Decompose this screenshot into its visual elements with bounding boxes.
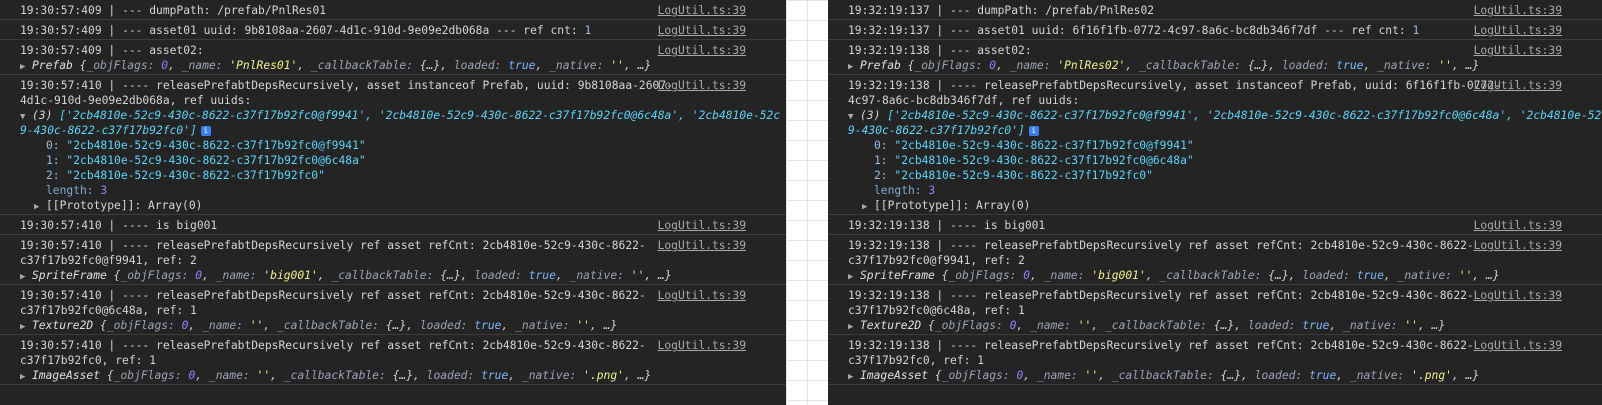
source-link[interactable]: LogUtil.ts:39 [658, 3, 746, 18]
collapse-arrow-icon[interactable]: ▼ [848, 110, 860, 123]
array-preview[interactable]: ▼ (3) ['2cb4810e-52c9-430c-8622-c37f17b92… [828, 108, 1602, 123]
spreadsheet-gap [786, 0, 828, 405]
log-text-cont: 4d1c-910d-9e09e2db068a, ref uuids: [20, 94, 252, 107]
info-icon[interactable]: i [200, 126, 211, 136]
log-text-cont: c37f17b92fc0, ref: 1 [848, 354, 985, 367]
array-item-1: 1: "2cb4810e-52c9-430c-8622-c37f17b92fc0… [46, 154, 366, 167]
log-text-cont: c37f17b92fc0, ref: 1 [20, 354, 157, 367]
source-link[interactable]: LogUtil.ts:39 [1474, 43, 1562, 58]
array-item-1: 1: "2cb4810e-52c9-430c-8622-c37f17b92fc0… [874, 154, 1194, 167]
object-preview-imageasset[interactable]: ▶ ImageAsset {_objFlags: 0, _name: '', _c… [0, 368, 786, 383]
source-link[interactable]: LogUtil.ts:39 [1474, 3, 1562, 18]
expand-arrow-icon[interactable]: ▶ [20, 320, 32, 333]
expand-arrow-icon[interactable]: ▶ [862, 200, 874, 213]
array-length: length: 3 [46, 184, 108, 197]
array-prototype[interactable]: ▶ [[Prototype]]: Array(0) [0, 198, 786, 213]
expand-arrow-icon[interactable]: ▶ [20, 60, 32, 73]
ref-count: 1 [1412, 24, 1420, 37]
ref-count: 1 [584, 24, 592, 37]
array-item-0: 0: "2cb4810e-52c9-430c-8622-c37f17b92fc0… [874, 139, 1194, 152]
log-entry-big001: 19:32:19:138 | ---- is big001 LogUtil.ts… [828, 215, 1602, 235]
expand-arrow-icon[interactable]: ▶ [848, 370, 860, 383]
array-item-0: 0: "2cb4810e-52c9-430c-8622-c37f17b92fc0… [46, 139, 366, 152]
log-entry-imageasset: 19:30:57:410 | ---- releasePrefabtDepsRe… [0, 335, 786, 385]
console-panel-right: 19:32:19:137 | --- dumpPath: /prefab/Pnl… [828, 0, 1602, 405]
log-entry-dumppath: 19:32:19:137 | --- dumpPath: /prefab/Pnl… [828, 0, 1602, 20]
log-text-cont: 4c97-8a6c-bc8db346f7df, ref uuids: [848, 94, 1080, 107]
source-link[interactable]: LogUtil.ts:39 [1474, 78, 1562, 93]
log-entry-big001: 19:30:57:410 | ---- is big001 LogUtil.ts… [0, 215, 786, 235]
source-link[interactable]: LogUtil.ts:39 [658, 218, 746, 233]
expand-arrow-icon[interactable]: ▶ [848, 320, 860, 333]
source-link[interactable]: LogUtil.ts:39 [658, 238, 746, 253]
object-preview-prefab[interactable]: ▶ Prefab {_objFlags: 0, _name: 'PnlRes02'… [828, 58, 1602, 73]
log-entry-asset01: 19:32:19:137 | --- asset01 uuid: 6f16f1f… [828, 20, 1602, 40]
object-preview-texture2d[interactable]: ▶ Texture2D {_objFlags: 0, _name: '', _ca… [828, 318, 1602, 333]
log-text-cont: c37f17b92fc0@f9941, ref: 2 [20, 254, 197, 267]
log-entry-imageasset: 19:32:19:138 | ---- releasePrefabtDepsRe… [828, 335, 1602, 385]
log-entry-release-prefab: 19:32:19:138 | ---- releasePrefabtDepsRe… [828, 75, 1602, 215]
log-entry-asset01: 19:30:57:409 | --- asset01 uuid: 9b8108a… [0, 20, 786, 40]
array-length: length: 3 [874, 184, 936, 197]
expand-arrow-icon[interactable]: ▶ [848, 60, 860, 73]
source-link[interactable]: LogUtil.ts:39 [658, 78, 746, 93]
expand-arrow-icon[interactable]: ▶ [20, 270, 32, 283]
log-entry-texture2d: 19:32:19:138 | ---- releasePrefabtDepsRe… [828, 285, 1602, 335]
array-item-2: 2: "2cb4810e-52c9-430c-8622-c37f17b92fc0… [46, 169, 325, 182]
log-entry-spriteframe: 19:30:57:410 | ---- releasePrefabtDepsRe… [0, 235, 786, 285]
expand-arrow-icon[interactable]: ▶ [848, 270, 860, 283]
log-entry-dumppath: 19:30:57:409 | --- dumpPath: /prefab/Pnl… [0, 0, 786, 20]
console-panel-left: 19:30:57:409 | --- dumpPath: /prefab/Pnl… [0, 0, 786, 405]
collapse-arrow-icon[interactable]: ▼ [20, 110, 32, 123]
log-text-cont: c37f17b92fc0@6c48a, ref: 1 [20, 304, 197, 317]
array-prototype[interactable]: ▶ [[Prototype]]: Array(0) [828, 198, 1602, 213]
array-preview-cont: 9-430c-8622-c37f17b92fc0'] i [828, 123, 1602, 138]
log-entry-texture2d: 19:30:57:410 | ---- releasePrefabtDepsRe… [0, 285, 786, 335]
log-text-cont: c37f17b92fc0@f9941, ref: 2 [848, 254, 1025, 267]
log-entry-asset02: 19:30:57:409 | --- asset02: ▶ Prefab {_ob… [0, 40, 786, 75]
array-preview-cont: 9-430c-8622-c37f17b92fc0'] i [0, 123, 786, 138]
source-link[interactable]: LogUtil.ts:39 [1474, 338, 1562, 353]
source-link[interactable]: LogUtil.ts:39 [658, 23, 746, 38]
source-link[interactable]: LogUtil.ts:39 [1474, 238, 1562, 253]
object-preview-spriteframe[interactable]: ▶ SpriteFrame {_objFlags: 0, _name: 'big0… [828, 268, 1602, 283]
source-link[interactable]: LogUtil.ts:39 [658, 43, 746, 58]
array-item-2: 2: "2cb4810e-52c9-430c-8622-c37f17b92fc0… [874, 169, 1153, 182]
array-preview[interactable]: ▼ (3) ['2cb4810e-52c9-430c-8622-c37f17b92… [0, 108, 786, 123]
object-preview-spriteframe[interactable]: ▶ SpriteFrame {_objFlags: 0, _name: 'big0… [0, 268, 786, 283]
source-link[interactable]: LogUtil.ts:39 [1474, 218, 1562, 233]
object-preview-imageasset[interactable]: ▶ ImageAsset {_objFlags: 0, _name: '', _c… [828, 368, 1602, 383]
source-link[interactable]: LogUtil.ts:39 [658, 288, 746, 303]
log-text-cont: c37f17b92fc0@6c48a, ref: 1 [848, 304, 1025, 317]
source-link[interactable]: LogUtil.ts:39 [1474, 23, 1562, 38]
log-entry-release-prefab: 19:30:57:410 | ---- releasePrefabtDepsRe… [0, 75, 786, 215]
object-preview-prefab[interactable]: ▶ Prefab {_objFlags: 0, _name: 'PnlRes01'… [0, 58, 786, 73]
info-icon[interactable]: i [1028, 126, 1039, 136]
source-link[interactable]: LogUtil.ts:39 [658, 338, 746, 353]
expand-arrow-icon[interactable]: ▶ [34, 200, 46, 213]
object-preview-texture2d[interactable]: ▶ Texture2D {_objFlags: 0, _name: '', _ca… [0, 318, 786, 333]
log-entry-asset02: 19:32:19:138 | --- asset02: ▶ Prefab {_ob… [828, 40, 1602, 75]
log-entry-spriteframe: 19:32:19:138 | ---- releasePrefabtDepsRe… [828, 235, 1602, 285]
source-link[interactable]: LogUtil.ts:39 [1474, 288, 1562, 303]
expand-arrow-icon[interactable]: ▶ [20, 370, 32, 383]
